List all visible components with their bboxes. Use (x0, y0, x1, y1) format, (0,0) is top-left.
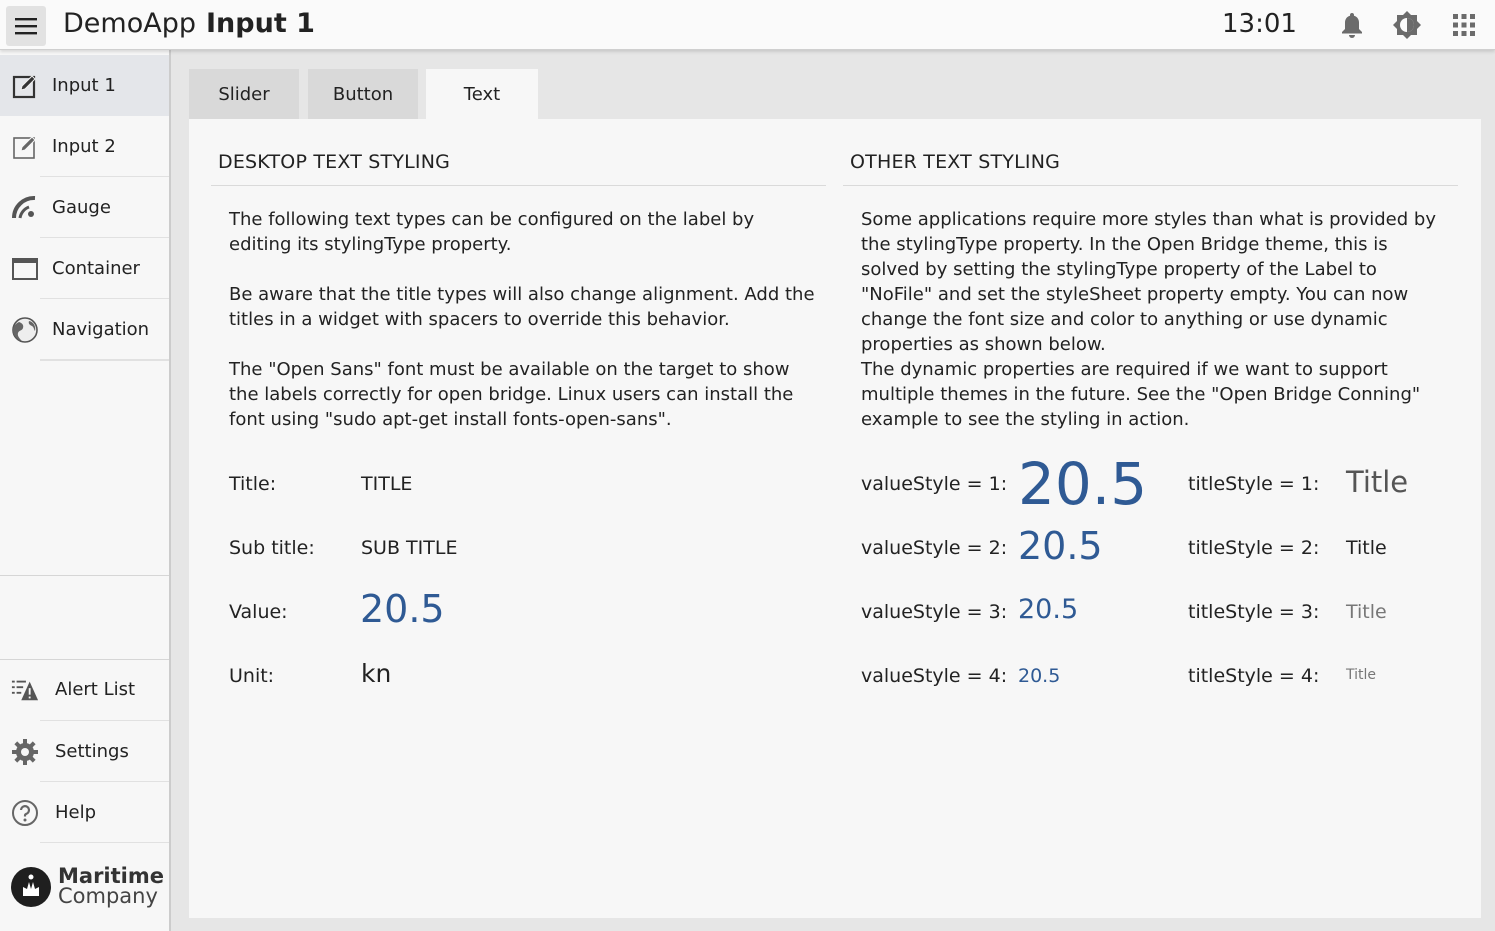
sidebar-item-label: Input 2 (52, 136, 116, 157)
divider (0, 575, 169, 576)
title-style-1: Title (1346, 465, 1409, 499)
app-name: DemoApp (63, 8, 196, 39)
tab-button[interactable]: Button (308, 69, 418, 120)
sidebar: Input 1 Input 2 Gauge Container Navigati… (0, 50, 171, 931)
paragraph: The "Open Sans" font must be available o… (229, 359, 794, 430)
unit-label: Unit: (229, 665, 275, 687)
edit-icon (11, 72, 39, 100)
value-display: 20.5 (360, 587, 445, 631)
value-style-2: 20.5 (1018, 524, 1103, 568)
section-title-other: OTHER TEXT STYLING (850, 151, 1061, 173)
apps-button[interactable] (1449, 10, 1479, 40)
subtitle-value: SUB TITLE (361, 537, 458, 559)
sidebar-item-label: Alert List (55, 679, 136, 700)
sidebar-item-navigation[interactable]: Navigation (0, 299, 169, 360)
clock: 13:01 (1222, 9, 1297, 39)
menu-icon (15, 18, 37, 35)
edit-icon (11, 133, 39, 161)
value-style-label: valueStyle = 3: (861, 601, 1008, 623)
logo-line-2: Company (58, 884, 158, 908)
title-label: Title: (229, 473, 277, 495)
title-style-4: Title (1346, 667, 1377, 683)
value-style-3: 20.5 (1018, 594, 1079, 625)
section-title-desktop: DESKTOP TEXT STYLING (218, 151, 451, 173)
crest-icon (11, 867, 51, 907)
sidebar-item-label: Container (52, 258, 140, 279)
value-style-label: valueStyle = 2: (861, 537, 1008, 559)
title-style-3: Title (1346, 601, 1387, 623)
paragraph: The following text types can be configur… (229, 209, 755, 255)
notifications-button[interactable] (1337, 10, 1367, 40)
divider (211, 185, 826, 186)
apps-grid-icon (1453, 14, 1475, 36)
sidebar-item-alert-list[interactable]: Alert List (0, 659, 169, 720)
page-title: Input 1 (206, 8, 315, 39)
company-logo: Maritime Company (10, 864, 170, 914)
sidebar-item-label: Gauge (52, 197, 111, 218)
value-style-label: valueStyle = 4: (861, 665, 1008, 687)
sidebar-item-label: Settings (55, 741, 129, 762)
globe-icon (11, 316, 39, 344)
content-panel: DESKTOP TEXT STYLING The following text … (189, 119, 1481, 918)
value-label: Value: (229, 601, 288, 623)
paragraph: The dynamic properties are required if w… (861, 359, 1421, 430)
value-style-1: 20.5 (1018, 450, 1148, 518)
brightness-icon (1393, 11, 1421, 39)
top-bar: DemoApp Input 1 13:01 (0, 0, 1495, 50)
sidebar-item-gauge[interactable]: Gauge (0, 177, 169, 238)
paragraph: Be aware that the title types will also … (229, 284, 815, 330)
window-icon (11, 255, 39, 283)
sidebar-item-input-1[interactable]: Input 1 (0, 55, 169, 116)
sidebar-item-label: Input 1 (52, 75, 116, 96)
title-style-label: titleStyle = 1: (1188, 473, 1320, 495)
title-value: TITLE (361, 473, 413, 495)
tab-label: Text (463, 84, 501, 105)
unit-value: kn (361, 659, 392, 688)
divider (40, 842, 169, 843)
gear-icon (11, 738, 39, 766)
sidebar-item-settings[interactable]: Settings (0, 721, 169, 782)
sidebar-item-label: Help (55, 802, 97, 823)
subtitle-label: Sub title: (229, 537, 315, 559)
sidebar-item-container[interactable]: Container (0, 238, 169, 299)
tab-slider[interactable]: Slider (189, 69, 299, 120)
sidebar-item-input-2[interactable]: Input 2 (0, 116, 169, 177)
sidebar-item-help[interactable]: Help (0, 782, 169, 843)
sidebar-item-label: Navigation (52, 319, 150, 340)
bell-icon (1342, 13, 1362, 38)
tab-label: Slider (218, 84, 270, 105)
value-style-label: valueStyle = 1: (861, 473, 1008, 495)
title-style-label: titleStyle = 3: (1188, 601, 1320, 623)
help-icon (11, 799, 39, 827)
divider (40, 360, 169, 361)
paragraph: Some applications require more styles th… (861, 209, 1436, 355)
brightness-button[interactable] (1392, 10, 1422, 40)
menu-button[interactable] (6, 6, 46, 46)
tab-text[interactable]: Text (426, 69, 538, 120)
alert-list-icon (11, 676, 39, 704)
value-style-4: 20.5 (1018, 665, 1061, 687)
title-style-label: titleStyle = 2: (1188, 537, 1320, 559)
gauge-icon (11, 194, 39, 222)
tab-label: Button (332, 84, 394, 105)
divider (843, 185, 1458, 186)
title-style-2: Title (1346, 537, 1387, 559)
title-style-label: titleStyle = 4: (1188, 665, 1320, 687)
